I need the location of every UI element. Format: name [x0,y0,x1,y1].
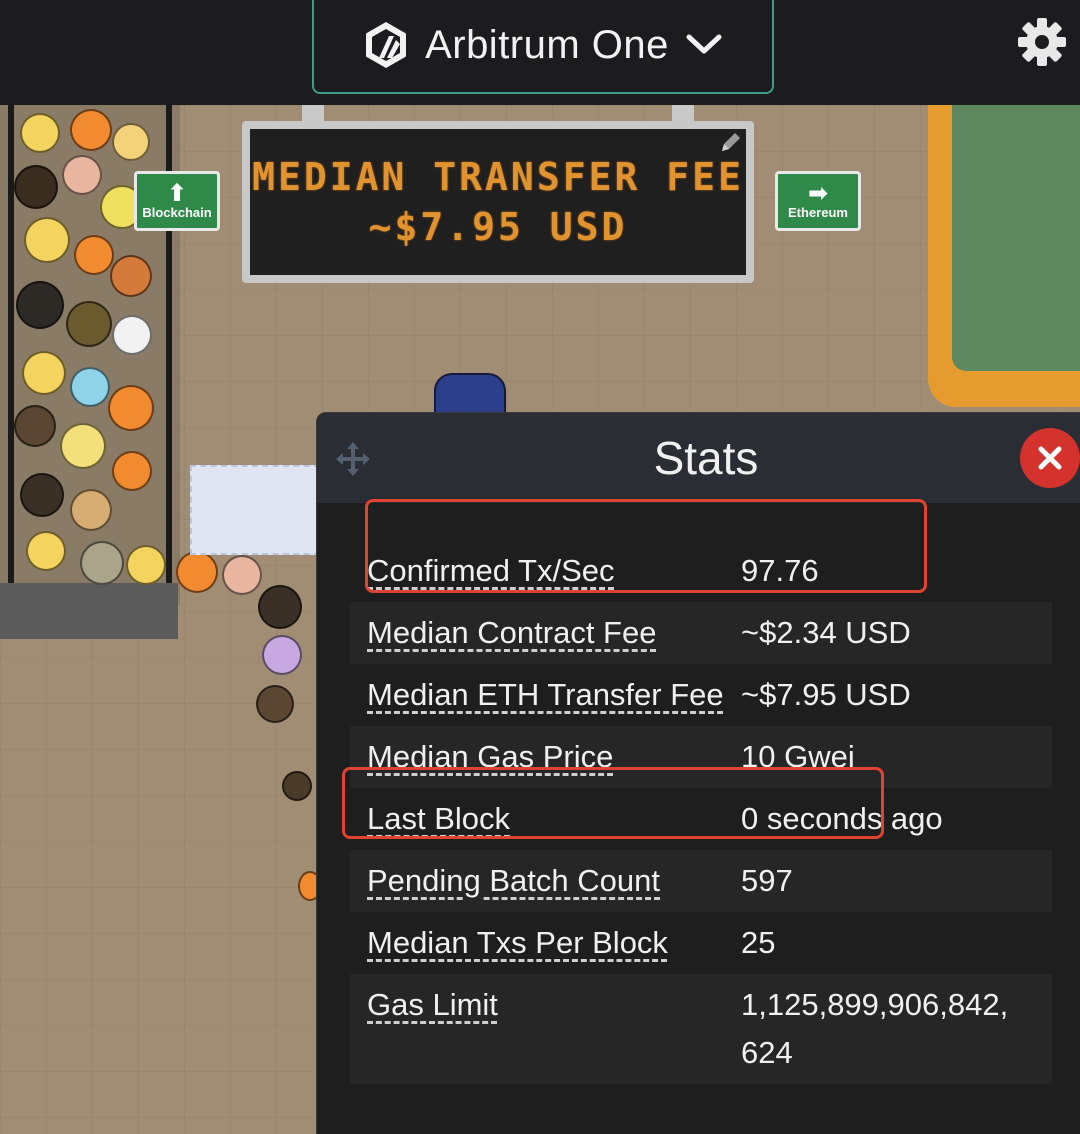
stat-value: 1,125,899,906,842, 624 [741,987,1009,1070]
person [16,281,64,329]
stat-row-gas-limit: Gas Limit 1,125,899,906,842, 624 [350,974,1052,1084]
stat-label[interactable]: Median Txs Per Block [367,919,741,967]
person [258,585,302,629]
network-selector[interactable]: Arbitrum One [312,0,774,94]
ethereum-sign[interactable]: ➡ Ethereum [775,171,861,231]
person [110,255,152,297]
stat-value: ~$2.34 USD [741,615,911,650]
ice-block [190,465,320,555]
stat-value: 25 [741,925,776,960]
person [62,155,102,195]
person [112,123,150,161]
arrow-up-icon: ⬆ [166,179,188,207]
sign-title: MEDIAN TRANSFER FEE [252,155,744,199]
stat-label[interactable]: Gas Limit [367,981,741,1029]
close-button[interactable] [1020,428,1080,488]
person [60,423,106,469]
stat-label[interactable]: Confirmed Tx/Sec [367,547,741,595]
person [20,473,64,517]
person [22,351,66,395]
stat-label[interactable]: Last Block [367,795,741,843]
gear-icon [1018,18,1066,66]
person [112,315,152,355]
person [26,531,66,571]
close-icon [1038,446,1062,470]
stat-row-confirmed-tx: Confirmed Tx/Sec 97.76 [350,505,1052,602]
person [70,367,110,407]
blockchain-sign[interactable]: ⬆ Blockchain [134,171,220,231]
stats-table: Confirmed Tx/Sec 97.76 Median Contract F… [350,505,1052,1084]
sign-value: ~$7.95 USD [368,205,628,249]
fence-bar [8,105,14,583]
person [74,235,114,275]
stats-panel: Stats Confirmed Tx/Sec 97.76 Median Cont… [316,412,1080,1134]
stat-row-median-txs-per-block: Median Txs Per Block 25 [350,912,1052,974]
stat-row-last-block: Last Block 0 seconds ago [350,788,1052,850]
person [282,771,312,801]
stat-row-median-contract-fee: Median Contract Fee ~$2.34 USD [350,602,1052,664]
person [112,451,152,491]
stat-label[interactable]: Median ETH Transfer Fee [367,671,741,719]
settings-button[interactable] [1014,14,1070,70]
person [256,685,294,723]
person [20,113,60,153]
person [70,109,112,151]
top-bar: Arbitrum One [0,0,1080,105]
ethereum-sign-label: Ethereum [788,204,848,220]
median-fee-sign: MEDIAN TRANSFER FEE ~$7.95 USD [242,121,754,283]
stat-row-median-gas-price: Median Gas Price 10 Gwei [350,726,1052,788]
chevron-down-icon [686,34,722,54]
stat-value: 0 seconds ago [741,801,943,836]
person [14,165,58,209]
arrow-right-icon: ➡ [807,179,829,207]
stat-value: 97.76 [741,553,819,588]
stat-label[interactable]: Median Gas Price [367,733,741,781]
network-name: Arbitrum One [425,22,669,67]
person [176,551,218,593]
person [222,555,262,595]
person [14,405,56,447]
stat-row-pending-batch-count: Pending Batch Count 597 [350,850,1052,912]
pencil-icon[interactable] [718,129,744,155]
green-board [928,105,1080,407]
led-display: MEDIAN TRANSFER FEE ~$7.95 USD [250,129,746,275]
person [70,489,112,531]
arbitrum-logo-icon [366,22,407,68]
person [24,217,70,263]
stat-value: 10 Gwei [741,739,855,774]
person [262,635,302,675]
person [126,545,166,585]
stats-title: Stats [653,432,759,484]
stat-label[interactable]: Pending Batch Count [367,857,741,905]
pen-ledge [0,583,178,639]
blockchain-sign-label: Blockchain [142,204,212,220]
stat-row-median-eth-transfer-fee: Median ETH Transfer Fee ~$7.95 USD [350,664,1052,726]
person [66,301,112,347]
stat-value: 597 [741,863,793,898]
stat-value: ~$7.95 USD [741,677,911,712]
stats-header[interactable]: Stats [317,413,1080,503]
move-icon[interactable] [335,441,371,477]
person [80,541,124,585]
stat-label[interactable]: Median Contract Fee [367,609,741,657]
person [108,385,154,431]
green-board-surface [952,105,1080,371]
